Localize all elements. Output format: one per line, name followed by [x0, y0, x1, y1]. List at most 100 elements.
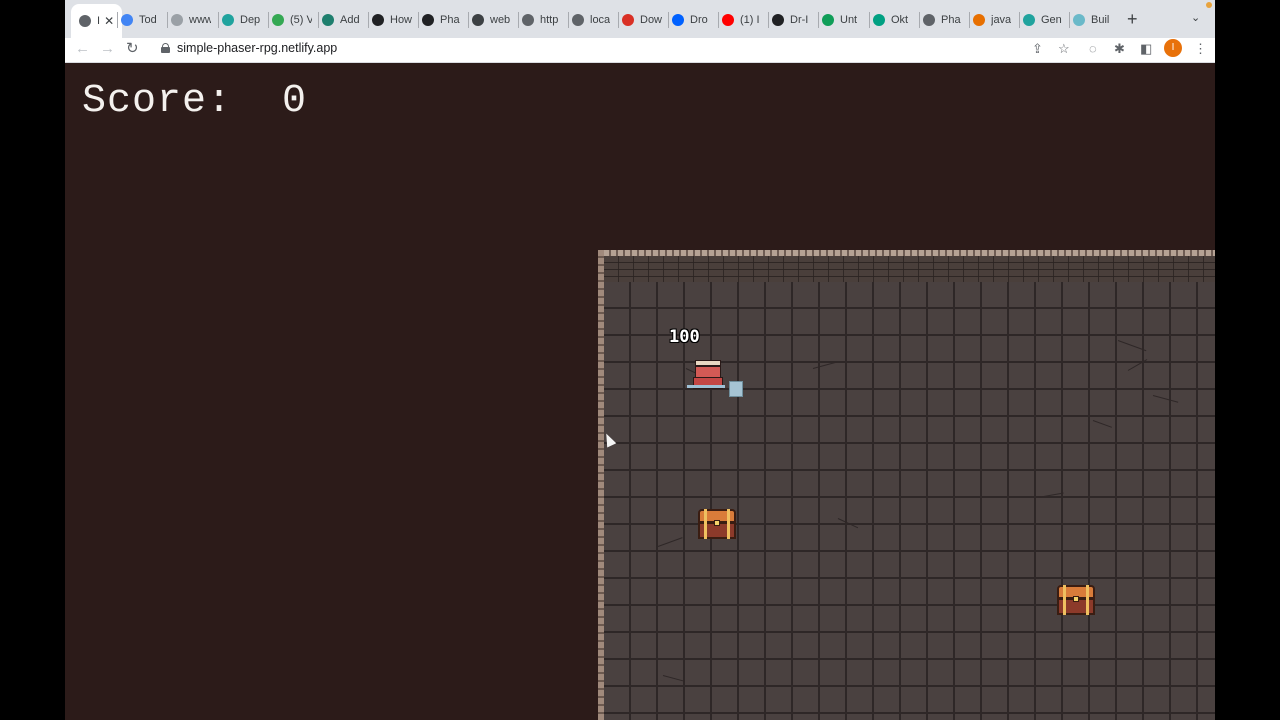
tab-1[interactable]: Tod [121, 9, 157, 31]
tab-4[interactable]: (5) V [272, 9, 312, 31]
tab-title: Buil [1091, 14, 1110, 26]
tab-separator [218, 12, 219, 28]
tab-6[interactable]: How [372, 9, 412, 31]
browser-toolbar: ← → ↻ simple-phaser-rpg.netlify.app ⇪ ☆ … [65, 38, 1215, 63]
tab-13[interactable]: (1) I [722, 9, 760, 31]
globe-icon [923, 14, 935, 26]
tab-separator [768, 12, 769, 28]
tab-separator [869, 12, 870, 28]
sheets-icon [822, 14, 834, 26]
tab-5[interactable]: Add [322, 9, 360, 31]
tab-title: Okt [891, 14, 909, 26]
reload-button[interactable]: ↻ [126, 40, 139, 58]
lock-icon[interactable] [161, 43, 170, 53]
tab-9[interactable]: http [522, 9, 558, 31]
tab-title: Tod [139, 14, 157, 26]
tab-separator [268, 12, 269, 28]
tab-separator [1069, 12, 1070, 28]
dungeon-map [598, 250, 1215, 720]
tab-title: Gen [1041, 14, 1062, 26]
tab-separator [117, 12, 118, 28]
tab-title: (5) V [290, 14, 312, 26]
tab-strip: I ✕ Tod www Dep (5) V Add How Pha web http loca Dow D… [65, 0, 1215, 38]
tab-20[interactable]: Buil [1073, 9, 1109, 31]
tab-7[interactable]: Pha [422, 9, 460, 31]
tab-title: www [189, 14, 211, 26]
tab-12[interactable]: Dro [672, 9, 708, 31]
tab-2[interactable]: www [171, 9, 211, 31]
player-character [687, 358, 747, 400]
netlify-icon [1023, 14, 1035, 26]
okta-icon [873, 14, 885, 26]
page-icon [171, 14, 183, 26]
puzzle-extensions-icon[interactable]: ✱ [1114, 41, 1125, 57]
tab-15[interactable]: Unt [822, 9, 857, 31]
game-canvas[interactable]: Score: 0 100 [65, 63, 1215, 720]
back-button[interactable]: ← [75, 40, 90, 58]
chest-lock-icon [714, 520, 720, 526]
globe-icon [572, 14, 584, 26]
tab-title: loca [590, 14, 611, 26]
treasure-chest[interactable] [1057, 585, 1095, 617]
tab-16[interactable]: Okt [873, 9, 908, 31]
tab-8[interactable]: web [472, 9, 510, 31]
tab-separator [718, 12, 719, 28]
tab-title: (1) I [740, 14, 760, 26]
tab-separator [618, 12, 619, 28]
tab-19[interactable]: Gen [1023, 9, 1062, 31]
react-icon [322, 14, 334, 26]
tab-14[interactable]: Dr-I [772, 9, 808, 31]
player-shield [729, 381, 743, 397]
dropbox-icon [672, 14, 684, 26]
close-tab-icon[interactable]: ✕ [104, 14, 114, 28]
tab-title: web [490, 14, 511, 26]
tab-10[interactable]: loca [572, 9, 610, 31]
tab-title: How [390, 14, 412, 26]
chest-lock-icon [1073, 596, 1079, 602]
score-text: Score: 0 [82, 79, 308, 124]
bookmark-star-icon[interactable]: ☆ [1058, 41, 1070, 57]
tab-separator [368, 12, 369, 28]
tab-separator [518, 12, 519, 28]
tab-separator [468, 12, 469, 28]
tab-title: Dep [240, 14, 261, 26]
netlify-icon [222, 14, 234, 26]
phaser-icon [422, 14, 434, 26]
tab-0[interactable]: I ✕ [71, 4, 123, 38]
forward-button[interactable]: → [100, 40, 115, 58]
tab-3[interactable]: Dep [222, 9, 260, 31]
chrome-globe-icon [79, 15, 91, 27]
share-icon[interactable]: ⇪ [1032, 41, 1043, 57]
green-badge-icon [272, 14, 284, 26]
square-icon [472, 14, 484, 26]
tab-11[interactable]: Dow [622, 9, 662, 31]
browser-window: I ✕ Tod www Dep (5) V Add How Pha web http loca Dow D… [65, 0, 1215, 720]
ceg-icon [372, 14, 384, 26]
new-tab-button[interactable]: + [1127, 9, 1138, 29]
tab-separator [568, 12, 569, 28]
tab-17[interactable]: Pha [923, 9, 961, 31]
player-sword [687, 385, 725, 388]
top-wall-bricks [604, 256, 1215, 282]
profile-avatar[interactable]: I [1164, 39, 1182, 57]
globe-icon [522, 14, 534, 26]
update-indicator-icon [1206, 2, 1212, 8]
tab-title: java [991, 14, 1012, 26]
tab-search-chevron-icon[interactable]: ⌄ [1191, 11, 1200, 24]
tab-title: Unt [840, 14, 858, 26]
tab-title: http [540, 14, 559, 26]
menu-kebab-icon[interactable]: ⋮ [1194, 41, 1207, 57]
tab-title: I [97, 15, 101, 27]
address-bar[interactable]: simple-phaser-rpg.netlify.app [177, 41, 337, 55]
dungeon-floor [604, 282, 1215, 720]
extension-icon[interactable]: ◌ [1089, 41, 1097, 57]
side-panel-icon[interactable]: ◧ [1140, 41, 1152, 57]
left-wall [598, 250, 604, 720]
tab-18[interactable]: java [973, 9, 1011, 31]
treasure-chest[interactable] [698, 509, 736, 541]
tab-title: Pha [440, 14, 460, 26]
tab-title: Dow [640, 14, 662, 26]
tab-separator [818, 12, 819, 28]
tab-separator [668, 12, 669, 28]
java-icon [973, 14, 985, 26]
